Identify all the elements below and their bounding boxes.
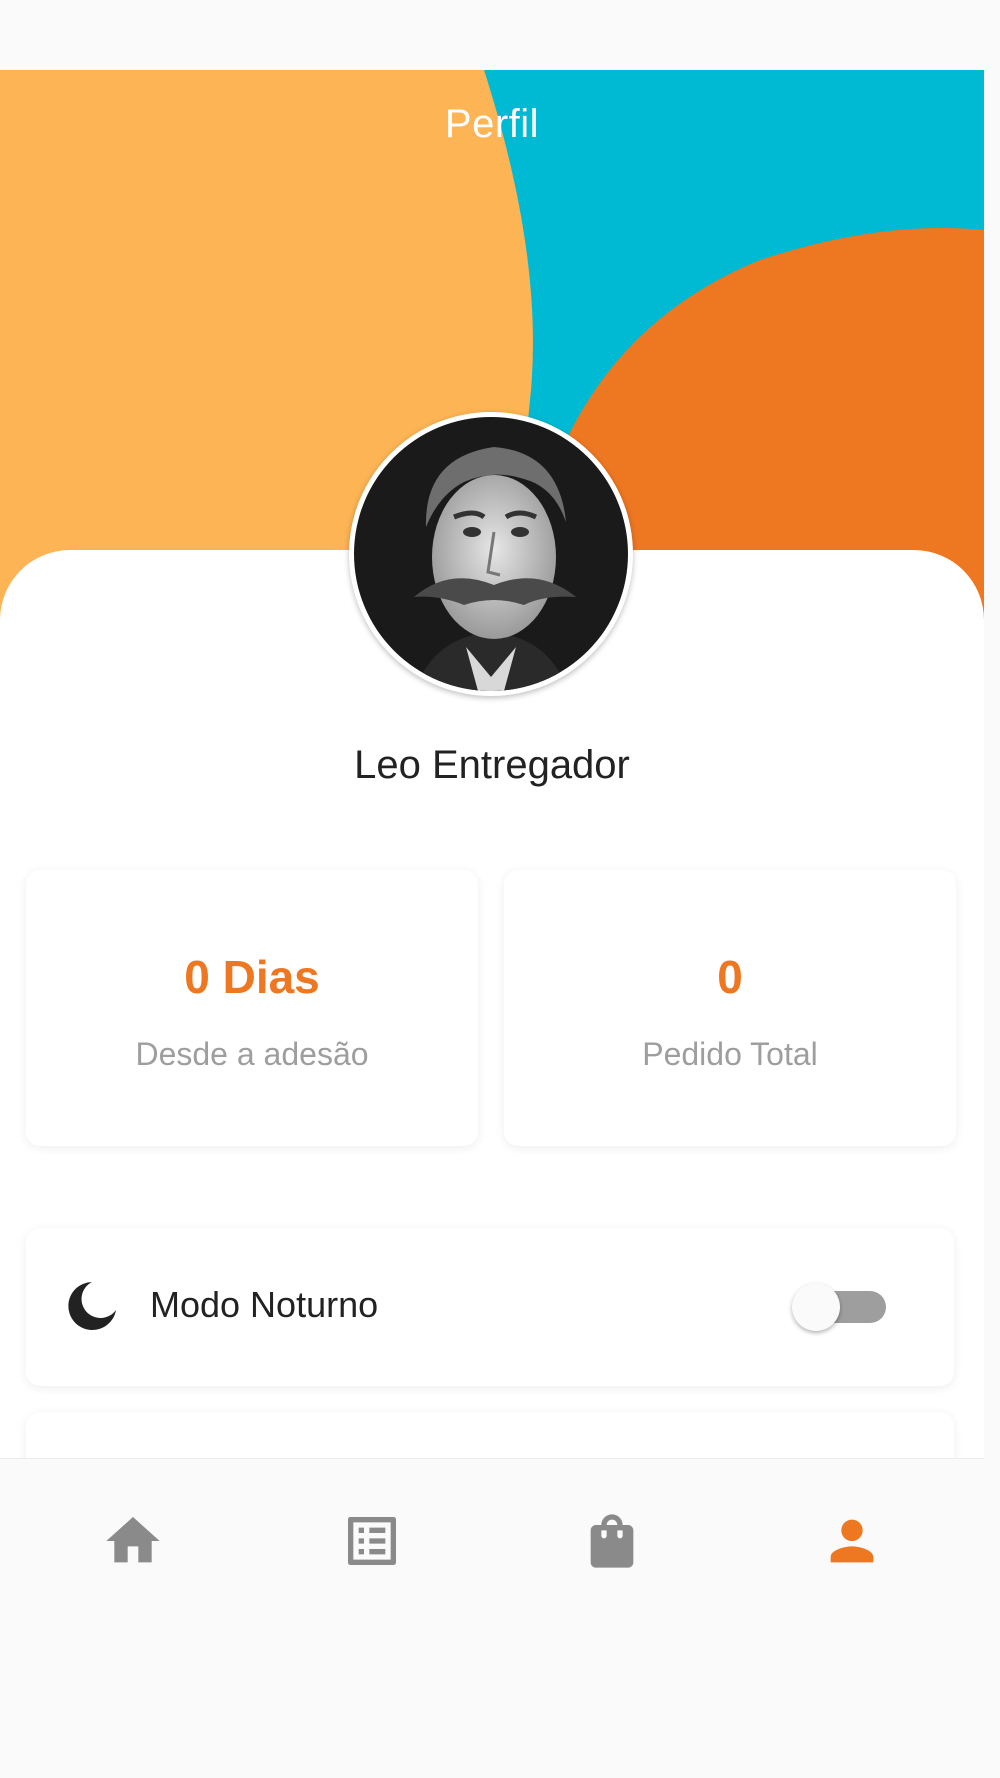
user-name: Leo Entregador bbox=[354, 743, 630, 787]
avatar[interactable] bbox=[349, 412, 633, 696]
shopping-bag-icon bbox=[590, 1514, 634, 1568]
stat-days-value: 0 Dias bbox=[184, 951, 320, 1003]
orders-list-icon bbox=[348, 1517, 396, 1565]
person-icon bbox=[830, 1519, 874, 1563]
stat-card-days: 0 Dias Desde a adesão bbox=[26, 870, 478, 1146]
nav-orders[interactable] bbox=[340, 1509, 404, 1573]
stat-orders-value: 0 bbox=[717, 951, 743, 1003]
nav-shop[interactable] bbox=[580, 1509, 644, 1573]
stat-card-orders: 0 Pedido Total bbox=[504, 870, 956, 1146]
nav-profile[interactable] bbox=[820, 1509, 884, 1573]
stat-days-label: Desde a adesão bbox=[135, 1036, 369, 1072]
moon-icon bbox=[68, 1282, 116, 1330]
page-title: Perfil bbox=[444, 102, 540, 146]
status-area bbox=[0, 0, 984, 70]
setting-dark-mode-label: Modo Noturno bbox=[150, 1284, 379, 1325]
home-icon bbox=[106, 1517, 160, 1563]
stat-orders-label: Pedido Total bbox=[642, 1036, 818, 1072]
dark-mode-toggle[interactable] bbox=[792, 1283, 888, 1331]
avatar-portrait-image bbox=[354, 417, 628, 691]
bottom-inset-area bbox=[0, 1619, 984, 1778]
nav-home[interactable] bbox=[101, 1509, 165, 1573]
bottom-navigation bbox=[0, 1458, 984, 1620]
app-screen: Perfil Leo Entregador 0 Dias Desde a ade… bbox=[0, 0, 984, 1778]
toggle-thumb bbox=[792, 1283, 840, 1331]
setting-dark-mode[interactable]: Modo Noturno bbox=[26, 1228, 954, 1386]
